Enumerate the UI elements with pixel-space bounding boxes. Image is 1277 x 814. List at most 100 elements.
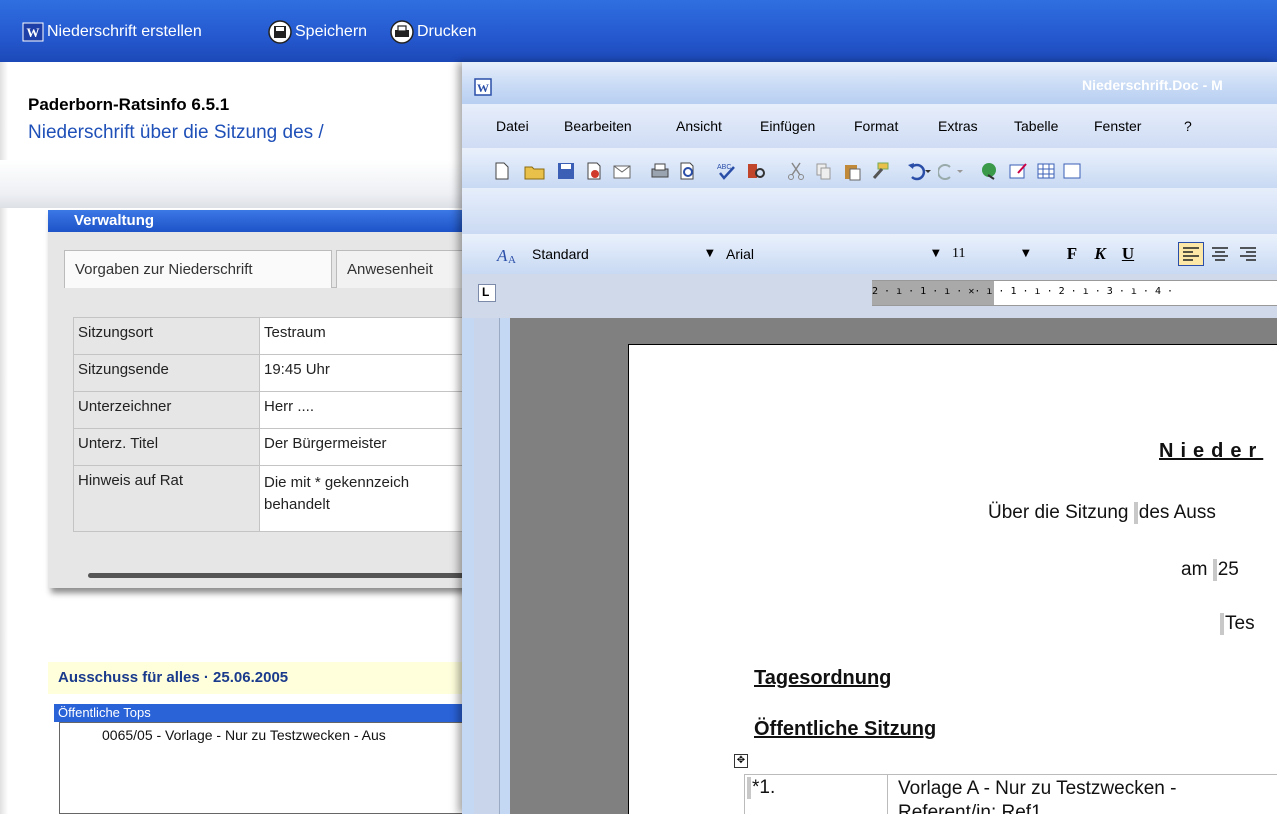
tab-selector-label: L xyxy=(482,285,490,299)
signatory-title-field[interactable]: Der Bürgermeister xyxy=(259,428,470,466)
cut-icon[interactable] xyxy=(786,161,806,181)
doc-text: am xyxy=(1181,559,1213,581)
horizontal-ruler[interactable]: 2 · ı · 1 · ı · ✕· ı · 1 · ı · 2 · ı · 3… xyxy=(872,280,1277,306)
paste-icon[interactable] xyxy=(842,161,862,181)
main-toolbar: W Niederschrift erstellen Speichern Druc… xyxy=(0,0,1277,62)
chevron-down-icon[interactable]: ▼ xyxy=(1022,248,1030,259)
redo-icon[interactable] xyxy=(938,161,964,181)
align-center-icon[interactable] xyxy=(1208,242,1232,266)
create-minutes-button[interactable]: W Niederschrift erstellen xyxy=(22,18,202,46)
menu-bearbeiten[interactable]: Bearbeiten xyxy=(564,118,632,134)
insert-excel-icon[interactable] xyxy=(1062,161,1082,181)
svg-text:ABC: ABC xyxy=(717,164,731,171)
tab-attendance-label: Anwesenheit xyxy=(347,261,433,278)
hyperlink-icon[interactable] xyxy=(980,161,1000,181)
field-bracket xyxy=(1220,613,1224,635)
public-tops-list[interactable]: 0065/05 - Vorlage - Nur zu Testzwecken -… xyxy=(59,722,470,814)
field-bracket xyxy=(747,777,751,799)
administration-panel: Verwaltung Vorgaben zur Niederschrift An… xyxy=(48,210,470,588)
word-title: Niederschrift.Doc - M xyxy=(1082,77,1223,93)
research-icon[interactable] xyxy=(746,161,766,181)
style-select[interactable]: Standard xyxy=(532,242,589,266)
agenda-item-number: *1. xyxy=(744,774,888,814)
menu-format[interactable]: Format xyxy=(854,118,898,134)
menu-ansicht[interactable]: Ansicht xyxy=(676,118,722,134)
svg-text:W: W xyxy=(477,81,489,95)
spelling-icon[interactable]: ABC xyxy=(716,161,738,181)
doc-text: Tes xyxy=(1225,613,1255,635)
vertical-ruler xyxy=(474,318,500,814)
print-icon[interactable] xyxy=(650,161,670,181)
undo-icon[interactable] xyxy=(906,161,932,181)
app-title: Paderborn-Ratsinfo 6.5.1 xyxy=(28,95,230,114)
doc-line: Tes xyxy=(1220,613,1255,635)
field-bracket xyxy=(1133,502,1138,524)
svg-text:A: A xyxy=(496,246,508,265)
word-app-icon: W xyxy=(474,78,492,96)
tables-borders-icon[interactable] xyxy=(1008,161,1028,181)
align-right-icon[interactable] xyxy=(1236,242,1260,266)
doc-agenda-heading: Tagesordnung xyxy=(754,667,892,689)
create-minutes-label: Niederschrift erstellen xyxy=(47,23,202,40)
bold-button[interactable]: F xyxy=(1060,242,1084,266)
tab-selector[interactable]: L xyxy=(478,284,496,302)
doc-text: *1. xyxy=(752,777,776,799)
header-divider xyxy=(0,160,470,208)
menu-einfuegen[interactable]: Einfügen xyxy=(760,118,815,134)
row-key: Unterzeichner xyxy=(73,391,260,429)
table-move-handle-icon[interactable]: ✥ xyxy=(734,754,748,768)
tab-minutes-settings-label: Vorgaben zur Niederschrift xyxy=(75,261,253,278)
document-page[interactable] xyxy=(628,344,1277,814)
copy-icon[interactable] xyxy=(814,161,834,181)
chevron-down-icon[interactable]: ▼ xyxy=(932,248,940,259)
tab-strip: Vorgaben zur Niederschrift Anwesenheit xyxy=(64,250,470,288)
meeting-end-field[interactable]: 19:45 Uhr xyxy=(259,354,470,392)
font-select[interactable]: Arial xyxy=(726,242,754,266)
menu-tabelle[interactable]: Tabelle xyxy=(1014,118,1058,134)
align-left-icon[interactable] xyxy=(1178,242,1204,266)
ruler-scale: 2 · ı · 1 · ı · ✕· ı · 1 · ı · 2 · ı · 3… xyxy=(872,286,1174,297)
permission-icon[interactable] xyxy=(584,161,604,181)
word-window: W Niederschrift.Doc - M Datei Bearbeiten… xyxy=(462,62,1277,814)
session-header: Ausschuss für alles · 25.06.2005 xyxy=(48,662,470,694)
doc-text: des Auss xyxy=(1138,502,1216,524)
print-preview-icon[interactable] xyxy=(678,161,698,181)
insert-table-icon[interactable] xyxy=(1036,161,1056,181)
save-icon[interactable] xyxy=(556,161,576,181)
word-doc-icon: W xyxy=(22,22,44,42)
table-row: Unterzeichner Herr .... xyxy=(73,391,470,429)
doc-heading: Nieder xyxy=(1159,440,1264,462)
menu-datei[interactable]: Datei xyxy=(496,118,529,134)
chevron-down-icon[interactable]: ▼ xyxy=(706,248,714,259)
new-document-icon[interactable] xyxy=(492,161,512,181)
doc-text: Referent/in: Ref1 xyxy=(898,802,1042,814)
save-button[interactable]: Speichern xyxy=(268,18,367,46)
print-label: Drucken xyxy=(417,23,477,40)
signatory-field[interactable]: Herr .... xyxy=(259,391,470,429)
format-painter-icon[interactable] xyxy=(870,161,890,181)
italic-button[interactable]: K xyxy=(1088,242,1112,266)
email-icon[interactable] xyxy=(612,161,632,181)
styles-icon[interactable]: A A xyxy=(496,244,518,266)
row-key: Hinweis auf Rat xyxy=(73,465,260,532)
underline-button[interactable]: U xyxy=(1116,242,1140,266)
tab-attendance[interactable]: Anwesenheit xyxy=(336,250,470,288)
menu-extras[interactable]: Extras xyxy=(938,118,978,134)
menu-help[interactable]: ? xyxy=(1184,118,1192,134)
meeting-location-field[interactable]: Testraum xyxy=(259,317,470,355)
tab-minutes-settings[interactable]: Vorgaben zur Niederschrift xyxy=(64,250,332,288)
panel-divider xyxy=(88,573,470,578)
table-row: Sitzungsort Testraum xyxy=(73,317,470,355)
print-button[interactable]: Drucken xyxy=(390,18,477,46)
list-item[interactable]: 0065/05 - Vorlage - Nur zu Testzwecken -… xyxy=(102,727,386,743)
public-tops-header: Öffentliche Tops xyxy=(54,704,470,722)
council-note-line: Die mit * gekennzeich xyxy=(264,474,410,491)
svg-text:A: A xyxy=(508,254,516,266)
menu-fenster[interactable]: Fenster xyxy=(1094,118,1141,134)
table-row: Unterz. Titel Der Bürgermeister xyxy=(73,428,470,466)
council-note-field[interactable]: Die mit * gekennzeich behandelt xyxy=(259,465,470,532)
council-note-line: behandelt xyxy=(264,496,330,513)
open-folder-icon[interactable] xyxy=(524,161,546,181)
font-size-select[interactable]: 11 xyxy=(952,242,965,266)
minutes-settings-table: Sitzungsort Testraum Sitzungsende 19:45 … xyxy=(73,317,470,532)
